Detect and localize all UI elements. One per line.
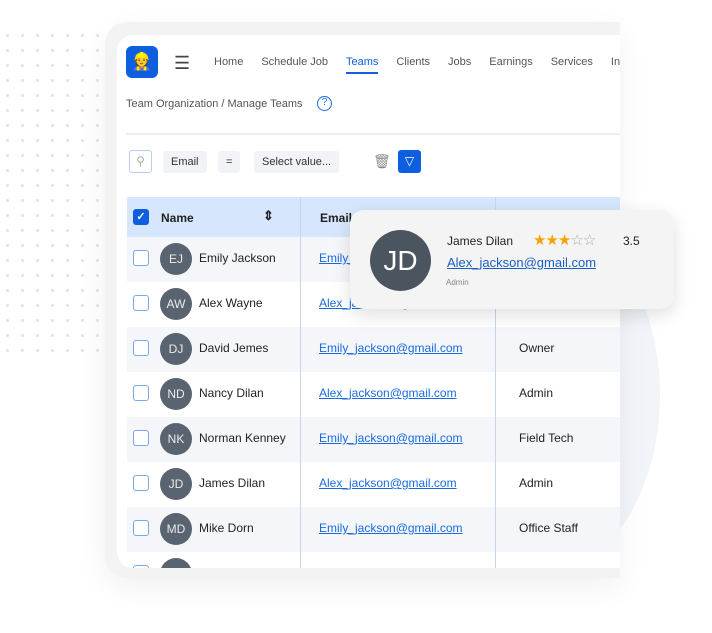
table-row[interactable]: NK Norman Kenney Emily_jackson@gmail.com… [127,417,620,462]
user-name: James Dilan [447,234,514,248]
avatar: AW [160,288,192,320]
row-checkbox[interactable] [133,475,149,491]
row-checkbox[interactable] [133,520,149,536]
table-row[interactable]: DJ David Jemes Emily_jackson@gmail.com O… [127,327,620,372]
search-icon[interactable]: ⚲ [129,150,152,173]
dot-pattern [0,28,105,363]
avatar: JD [160,468,192,500]
row-checkbox[interactable] [133,250,149,266]
nav-item-teams[interactable]: Teams [346,56,379,74]
member-role: Office Staff [519,521,578,535]
nav-item-schedule-job[interactable]: Schedule Job [261,56,328,74]
member-role: Office Staff [519,566,578,568]
row-checkbox[interactable] [133,340,149,356]
trash-icon[interactable]: 🗑 [373,153,391,170]
member-name: Mike Dorn [199,521,254,535]
filter-field-select[interactable]: Email [163,151,207,173]
column-header-email: Email [320,211,353,225]
column-divider [300,197,301,568]
member-name: Emily Jackson [199,251,276,265]
rating-value: 3.5 [623,234,640,248]
avatar: NK [160,423,192,455]
filter-operator-select[interactable]: = [218,151,241,173]
member-email-link[interactable]: Emily_jackson@gmail.com [319,521,463,535]
avatar: JD [370,230,431,291]
member-name: David Jemes [199,341,269,355]
row-checkbox[interactable] [133,565,149,568]
row-checkbox[interactable] [133,385,149,401]
avatar: MD [160,513,192,545]
rating-stars: ★★★☆☆ [533,231,596,249]
nav-item-earnings[interactable]: Earnings [489,56,532,74]
nav-item-clients[interactable]: Clients [396,56,430,74]
hamburger-menu-icon[interactable]: ☰ [174,53,190,74]
divider [126,133,620,135]
star-filled-icon: ★ [557,232,571,249]
member-email-link[interactable]: Emily_jackson@gmail.com [319,341,463,355]
user-role: Admin [446,278,469,287]
row-checkbox[interactable] [133,430,149,446]
user-email-link[interactable]: Alex_jackson@gmail.com [447,255,596,270]
member-name: Nancy Dilan [199,386,264,400]
sort-icon[interactable]: ⇕ [263,208,274,224]
member-email-link[interactable]: Alex_jackson@gmail.com [319,476,457,490]
row-checkbox[interactable] [133,295,149,311]
nav-item-services[interactable]: Services [551,56,593,74]
table-row[interactable]: JD James Dilan Alex_jackson@gmail.com Ad… [127,462,620,507]
member-role: Admin [519,476,554,490]
member-name: Alex Wayne [199,296,263,310]
nav-item-in[interactable]: In [611,56,620,74]
star-filled-icon: ★ [545,232,558,249]
user-hover-card: JD James Dilan ★★★☆☆ 3.5 Alex_jackson@gm… [350,210,674,309]
member-role: Owner [519,341,555,355]
top-nav: Home Schedule Job Teams Clients Jobs Earnings… [214,56,620,74]
star-empty-icon: ☆ [570,232,583,249]
avatar: PM [160,558,192,568]
member-name: Norman Kenney [199,431,286,445]
select-all-checkbox[interactable]: ✓ [133,209,149,225]
table-row[interactable]: PM Patrick M Alex_jackson@gmail.com Offi… [127,552,620,568]
filter-value-select[interactable]: Select value... [254,151,340,173]
avatar: DJ [160,333,192,365]
help-icon[interactable]: ? [317,96,332,111]
breadcrumb: Team Organization / Manage Teams [126,98,303,110]
member-email-link[interactable]: Alex_jackson@gmail.com [319,566,457,568]
member-role: Field Tech [519,431,574,445]
member-email-link[interactable]: Alex_jackson@gmail.com [319,386,457,400]
nav-item-jobs[interactable]: Jobs [448,56,471,74]
nav-item-home[interactable]: Home [214,56,243,74]
member-role: Admin [519,386,554,400]
app-logo[interactable]: 👷 [126,46,158,78]
column-header-name: Name [161,211,194,225]
avatar: EJ [160,243,192,275]
star-filled-icon: ★ [533,232,546,249]
filter-icon[interactable]: ▽ [398,150,421,173]
member-name: Patrick M [199,566,249,568]
table-row[interactable]: MD Mike Dorn Emily_jackson@gmail.com Off… [127,507,620,552]
avatar: ND [160,378,192,410]
member-email-link[interactable]: Emily_jackson@gmail.com [319,431,463,445]
member-name: James Dilan [199,476,266,490]
star-empty-icon: ☆ [582,232,596,249]
table-row[interactable]: ND Nancy Dilan Alex_jackson@gmail.com Ad… [127,372,620,417]
